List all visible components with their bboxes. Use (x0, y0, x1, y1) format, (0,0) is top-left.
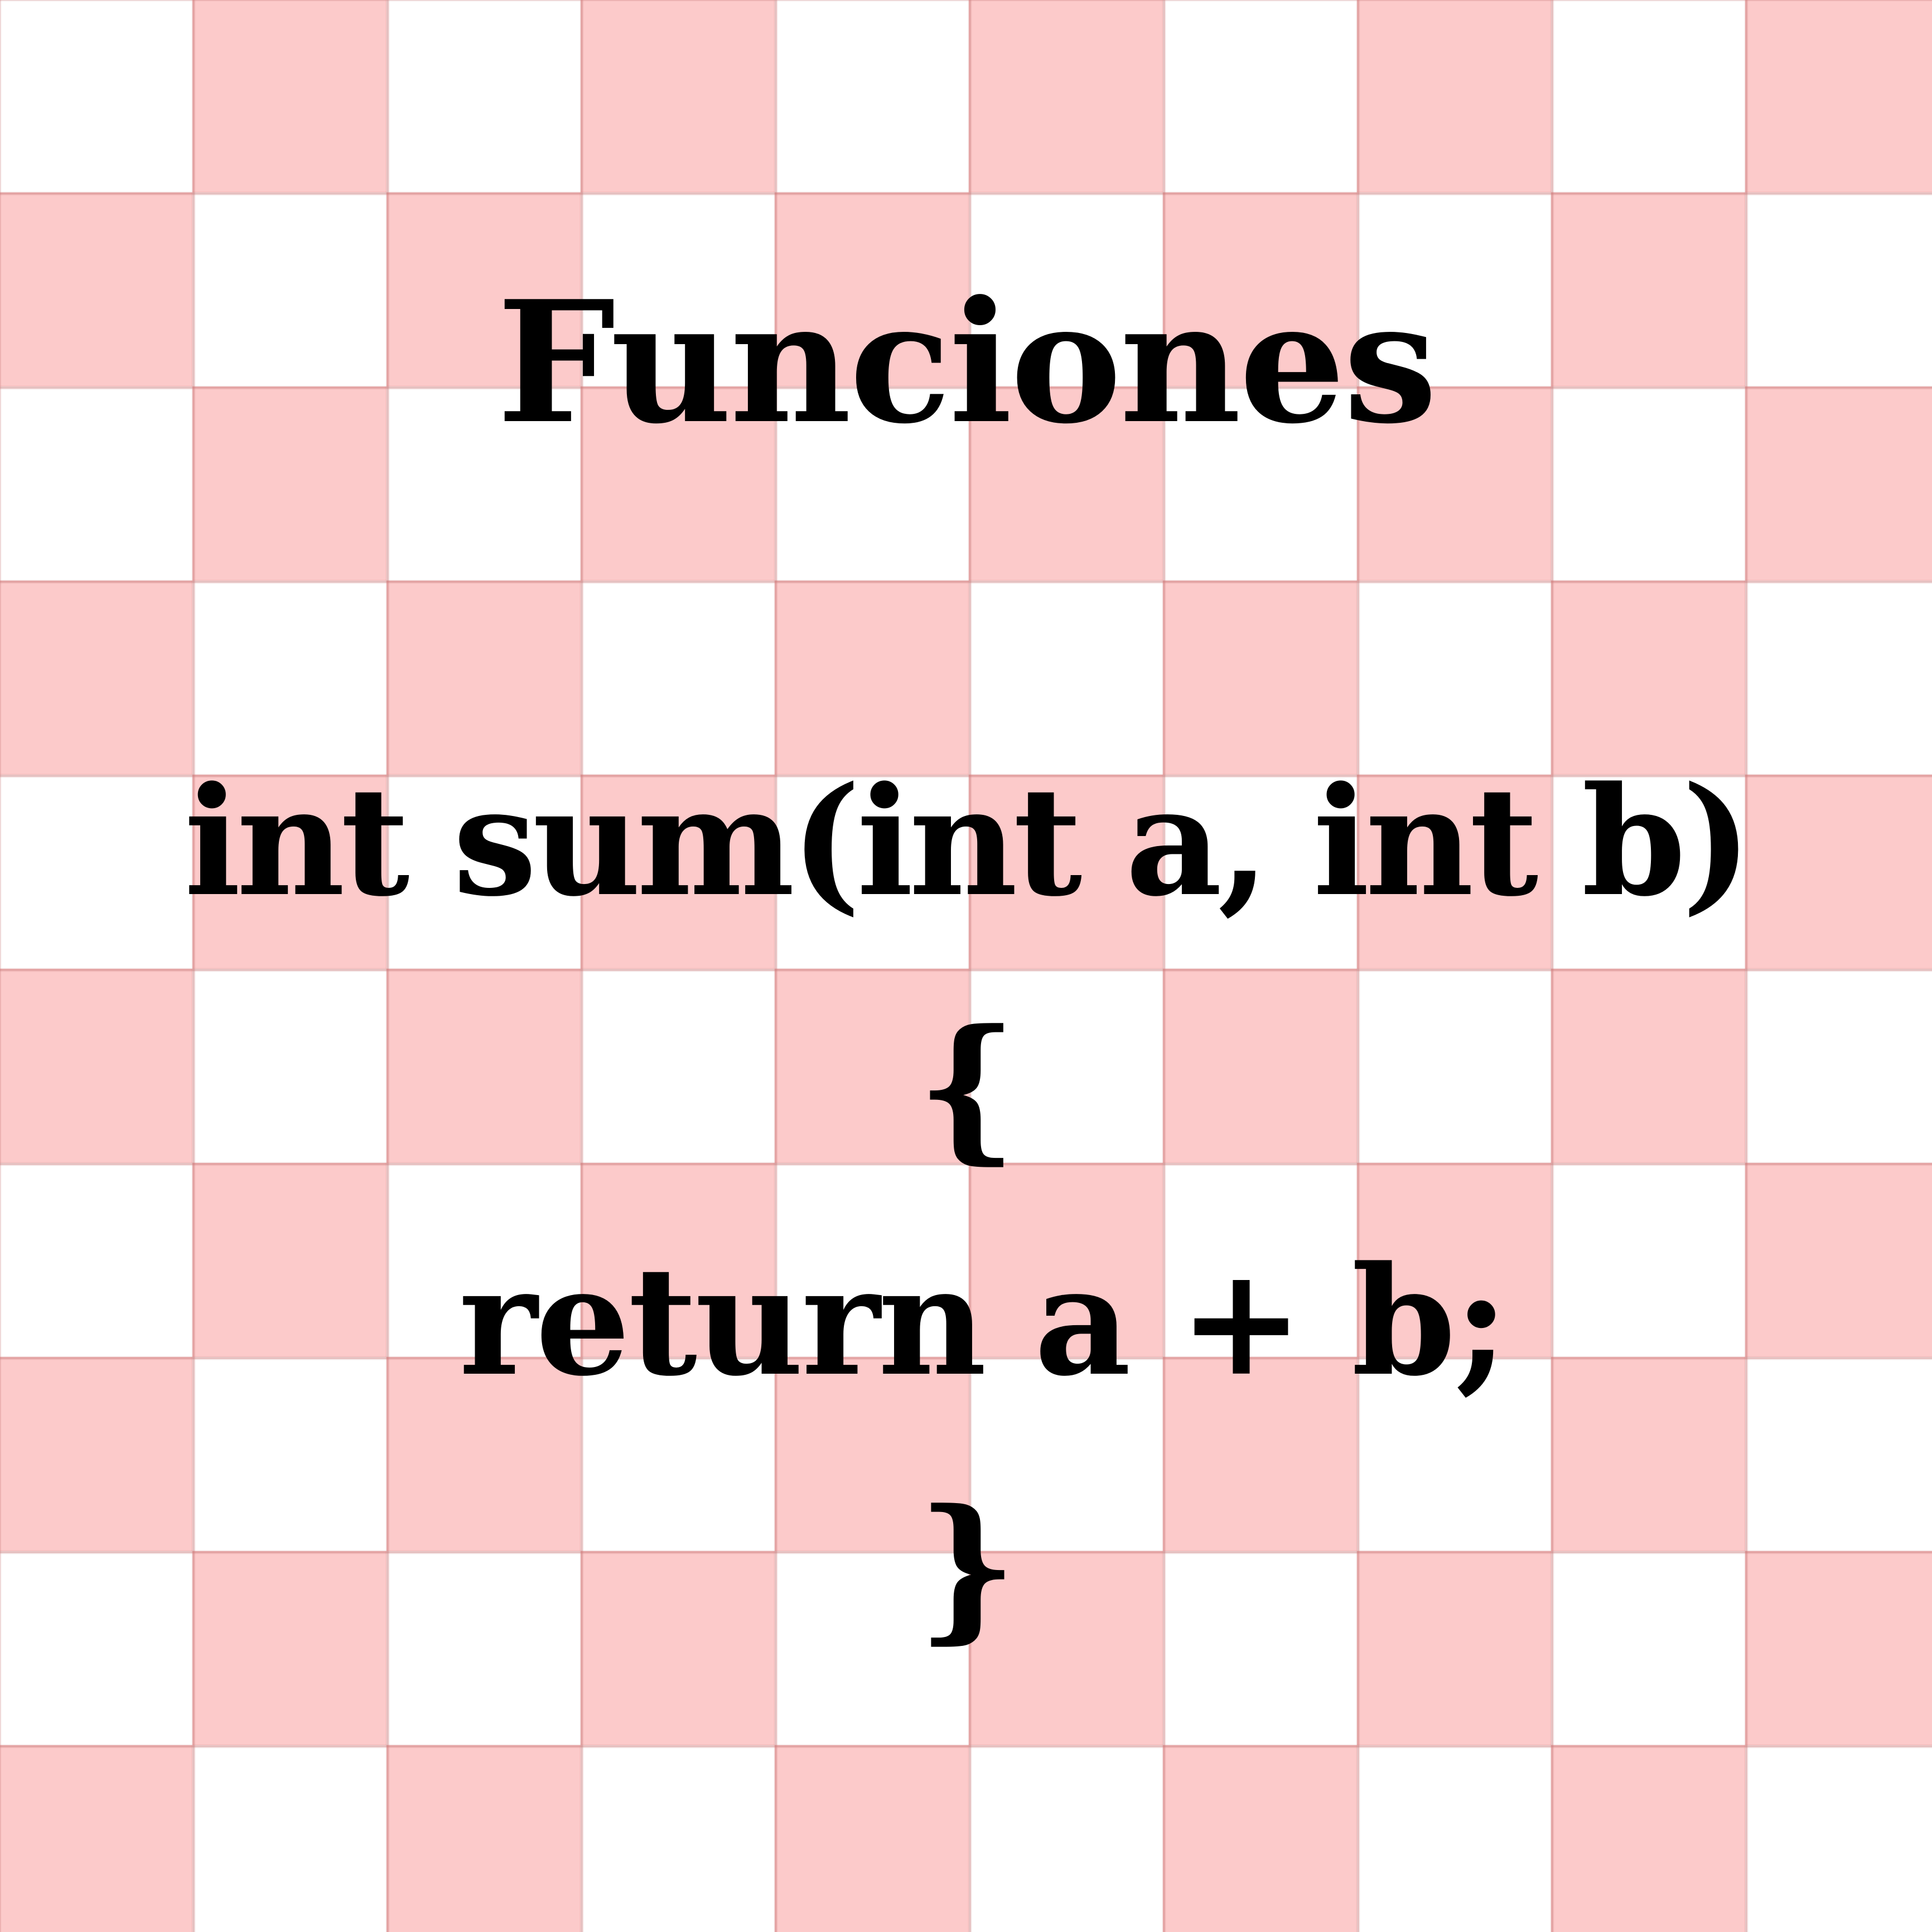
code-open-brace: { (916, 996, 1017, 1179)
code-close-brace: } (916, 1475, 1017, 1659)
code-return-statement: return a + b; (458, 1234, 1509, 1409)
page-title: Funciones (496, 264, 1438, 461)
code-function-signature: int sum(int a, int b) (184, 754, 1752, 930)
slide-content: Funciones int sum(int a, int b) { return… (0, 0, 1932, 1932)
checkered-background: Funciones int sum(int a, int b) { return… (0, 0, 1932, 1932)
